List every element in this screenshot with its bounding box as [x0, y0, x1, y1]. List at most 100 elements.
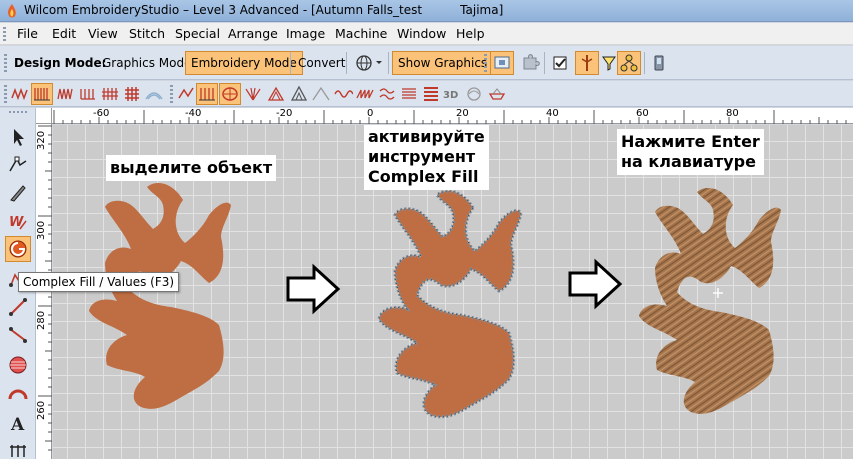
graphics-mode-button[interactable]: Graphics Mode	[96, 51, 198, 75]
arrow-right-icon	[286, 263, 341, 315]
wave-fill-icon[interactable]	[332, 83, 354, 105]
satin-stitch-icon[interactable]	[31, 83, 53, 105]
toolbar-grip	[170, 85, 173, 103]
callout-text: выделите объект	[110, 158, 273, 177]
emboss-icon[interactable]	[463, 83, 485, 105]
toolbar-separator	[544, 52, 545, 74]
window-title: Wilcom EmbroideryStudio – Level 3 Advanc…	[24, 3, 504, 17]
run-stitch-icon[interactable]	[9, 83, 31, 105]
callout-activate-tool: активируйте инструмент Complex Fill	[364, 125, 489, 190]
svg-text:A: A	[10, 415, 25, 435]
menu-bar: File Edit View Stitch Special Arrange Im…	[0, 23, 853, 45]
monogram-icon[interactable]	[5, 436, 31, 459]
ruler-label: -60	[93, 108, 110, 119]
ruler-label: 300	[36, 220, 47, 240]
circle-fill-icon[interactable]	[5, 352, 31, 378]
convert-button[interactable]: Convert	[292, 51, 351, 75]
ruler-label: 40	[546, 108, 559, 119]
menu-view[interactable]: View	[88, 26, 118, 41]
ruler-label: 320	[36, 130, 47, 150]
toolbar-separator	[290, 52, 291, 74]
arrow-right-icon	[568, 258, 623, 310]
lines-fill-icon[interactable]	[398, 83, 420, 105]
motif-fill-icon[interactable]	[376, 83, 398, 105]
ruler-corner	[36, 108, 52, 124]
ruler-label: -20	[276, 108, 293, 119]
wilcom-app-icon[interactable]	[4, 3, 20, 19]
fan-fill-icon[interactable]	[242, 83, 264, 105]
boat-icon[interactable]	[486, 83, 508, 105]
design-canvas[interactable]: выделите объект активируйте инструмент C…	[53, 125, 853, 459]
callout-text: инструмент	[368, 147, 476, 166]
knife-icon[interactable]	[5, 180, 31, 206]
toolbar-grip	[484, 54, 487, 72]
menu-image[interactable]: Image	[286, 26, 325, 41]
branching-icon[interactable]	[617, 51, 641, 75]
select-arrow-icon[interactable]	[5, 124, 31, 150]
crosshair-cursor	[713, 288, 723, 298]
checkbox-icon[interactable]	[548, 51, 572, 75]
show-objects-icon[interactable]	[490, 51, 514, 75]
zigzag-stitch-icon[interactable]	[55, 83, 77, 105]
callout-text: Нажмите Enter	[621, 132, 760, 151]
toolbar-grip	[9, 111, 27, 113]
arc-icon[interactable]	[5, 380, 31, 406]
menu-stitch[interactable]: Stitch	[129, 26, 165, 41]
lettering-icon[interactable]: A	[5, 410, 31, 436]
tooltip-text: Complex Fill / Values (F3)	[23, 275, 175, 289]
callout-text: Complex Fill	[368, 167, 479, 186]
ruler-label: 260	[36, 400, 47, 420]
ruler-label: -40	[185, 108, 202, 119]
callout-press-enter: Нажмите Enter на клавиатуре	[617, 129, 764, 175]
complex-fill-icon[interactable]	[5, 236, 31, 262]
callout-text: на клавиатуре	[621, 152, 756, 171]
horizontal-ruler: -60 -40 -20 0 20 40 60 80	[52, 108, 853, 124]
menu-help[interactable]: Help	[456, 26, 485, 41]
toolbar-separator	[644, 52, 645, 74]
triangle-fill-icon[interactable]	[288, 83, 310, 105]
column-b-tool-icon[interactable]	[5, 322, 31, 348]
curved-fill-icon[interactable]	[265, 83, 287, 105]
title-bar: Wilcom EmbroideryStudio – Level 3 Advanc…	[0, 0, 853, 22]
callout-text: активируйте	[368, 127, 485, 146]
globe-dropdown-icon[interactable]	[352, 51, 384, 75]
e-stitch-icon[interactable]	[77, 83, 99, 105]
leaf-object-stitched[interactable]	[639, 188, 781, 414]
menu-special[interactable]: Special	[175, 26, 220, 41]
show-graphics-button[interactable]: Show Graphics	[392, 51, 494, 75]
embroidery-mode-button[interactable]: Embroidery Mode	[185, 51, 303, 75]
menu-grip	[3, 27, 6, 41]
tooltip: Complex Fill / Values (F3)	[18, 272, 180, 292]
contour-stitch-icon[interactable]	[143, 83, 165, 105]
3d-icon[interactable]: 3D	[441, 83, 463, 105]
tatami-stitch-icon[interactable]	[99, 83, 121, 105]
stitch-types-toolbar: 3D	[0, 81, 853, 107]
leaf-object-complex-fill-outline[interactable]	[377, 189, 523, 419]
menu-window[interactable]: Window	[397, 26, 446, 41]
peak-fill-icon[interactable]	[310, 83, 332, 105]
ruler-label: 280	[36, 310, 47, 330]
sawtooth-fill-icon[interactable]	[354, 83, 376, 105]
column-a-tool-icon[interactable]	[5, 294, 31, 320]
column-a-icon[interactable]	[196, 83, 218, 105]
lettering-wand-icon[interactable]: W	[5, 208, 31, 234]
stripe-fill-icon[interactable]	[420, 83, 442, 105]
design-mode-label: Design Mode:	[14, 56, 107, 70]
grid-stitch-icon[interactable]	[121, 83, 143, 105]
phone-icon[interactable]	[647, 51, 671, 75]
puzzle-icon[interactable]	[518, 51, 542, 75]
needle-points-icon[interactable]	[575, 51, 599, 75]
reshape-icon[interactable]	[5, 152, 31, 178]
leaf-object-original[interactable]	[89, 183, 231, 409]
ruler-label: 0	[367, 108, 374, 119]
menu-machine[interactable]: Machine	[335, 26, 387, 41]
ruler-label: 20	[456, 108, 469, 119]
toolbar-separator	[346, 52, 347, 74]
menu-file[interactable]: File	[17, 26, 38, 41]
complex-turning-icon[interactable]	[219, 83, 241, 105]
menu-arrange[interactable]: Arrange	[228, 26, 278, 41]
menu-edit[interactable]: Edit	[52, 26, 76, 41]
toolbar-grip	[4, 54, 7, 72]
single-run-icon[interactable]	[175, 83, 197, 105]
ruler-label: 80	[726, 108, 739, 119]
